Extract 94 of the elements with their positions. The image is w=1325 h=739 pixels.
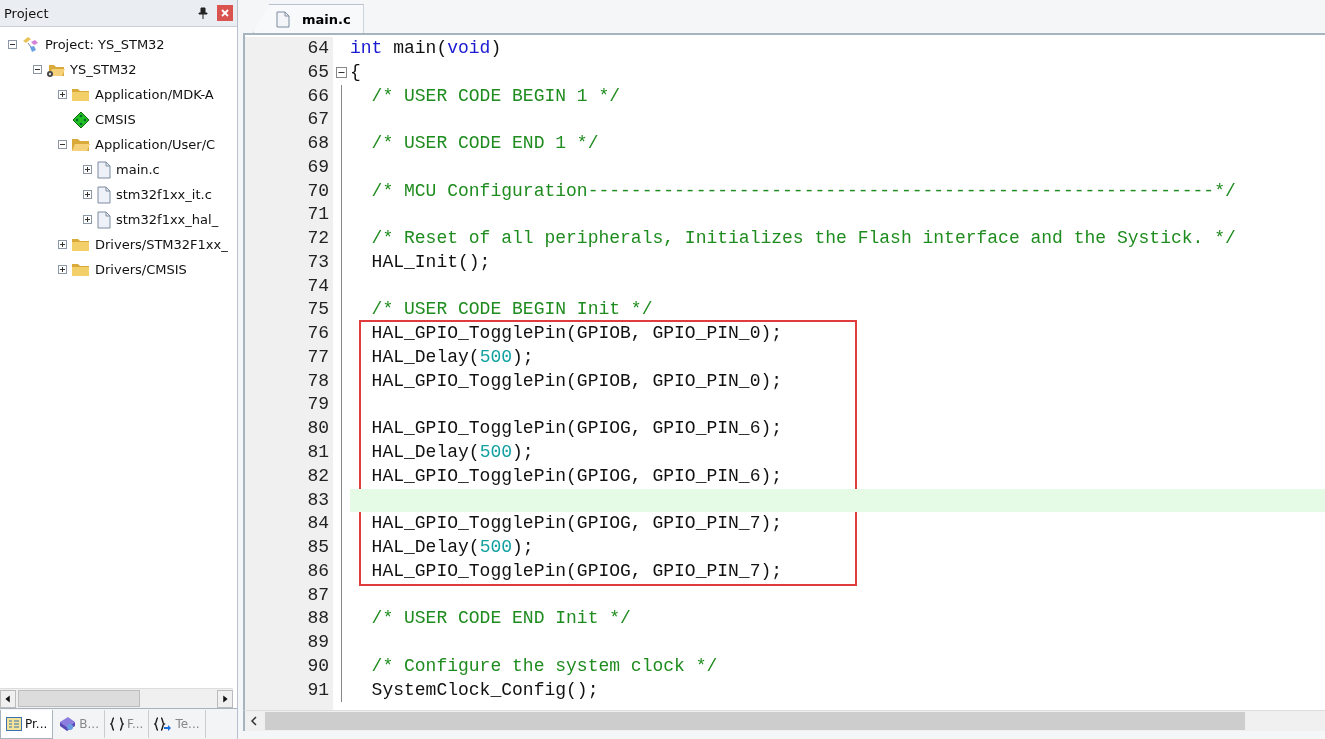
expand-icon[interactable] [83, 215, 92, 224]
horizontal-scrollbar[interactable] [0, 688, 233, 708]
tree-item[interactable]: Drivers/STM32F1xx_ [95, 237, 228, 252]
code-line: HAL_Delay(500); [370, 537, 534, 558]
code-line: { [350, 61, 361, 82]
code-line: HAL_GPIO_TogglePin(GPIOG, GPIO_PIN_7); [370, 513, 783, 534]
line-number: 67 [306, 108, 330, 132]
scroll-left-icon[interactable] [0, 689, 16, 708]
line-number: 91 [306, 678, 330, 702]
tree-item[interactable]: stm32f1xx_it.c [116, 187, 212, 202]
line-number: 66 [306, 84, 330, 108]
expand-icon[interactable] [83, 165, 92, 174]
line-number: 77 [306, 345, 330, 369]
line-number: 83 [306, 488, 330, 512]
book-icon [58, 716, 77, 732]
code-line: HAL_GPIO_TogglePin(GPIOB, GPIO_PIN_0); [370, 370, 783, 391]
line-number: 65 [306, 60, 330, 84]
line-number: 71 [306, 203, 330, 227]
tree-item[interactable]: Application/User/C [95, 137, 216, 152]
code-line: HAL_GPIO_TogglePin(GPIOG, GPIO_PIN_6); [370, 465, 783, 486]
line-number: 90 [306, 654, 330, 678]
line-number: 69 [306, 155, 330, 179]
expand-icon[interactable] [58, 265, 67, 274]
horizontal-scrollbar[interactable] [243, 710, 1325, 731]
project-icon [21, 35, 41, 54]
list-icon [6, 716, 22, 731]
line-number: 73 [306, 250, 330, 274]
file-icon [96, 160, 112, 179]
tree-item[interactable]: main.c [116, 162, 160, 177]
line-number: 74 [306, 274, 330, 298]
line-number: 86 [306, 559, 330, 583]
file-tab[interactable]: main.c [253, 4, 364, 33]
line-number: 80 [306, 417, 330, 441]
code-line: /* Configure the system clock */ [370, 655, 718, 676]
tree-item[interactable]: YS_STM32 [70, 62, 137, 77]
code-line: HAL_GPIO_TogglePin(GPIOB, GPIO_PIN_0); [370, 323, 783, 344]
folder-icon [71, 86, 91, 103]
tree-item[interactable]: Application/MDK-A [95, 87, 214, 102]
collapse-icon[interactable] [8, 40, 17, 49]
tree-item[interactable]: stm32f1xx_hal_ [116, 212, 219, 227]
line-number: 79 [306, 393, 330, 417]
line-number: 87 [306, 583, 330, 607]
expand-icon[interactable] [58, 240, 67, 249]
folder-icon [71, 236, 91, 253]
line-number: 72 [306, 227, 330, 251]
code-line: /* USER CODE END 1 */ [370, 133, 599, 154]
diamond-icon [71, 110, 91, 129]
line-number: 84 [306, 512, 330, 536]
pin-icon[interactable] [198, 7, 208, 19]
code-editor[interactable] [243, 35, 1325, 710]
file-icon [96, 185, 112, 204]
scroll-right-icon[interactable] [217, 689, 233, 708]
tree-item[interactable]: Project: YS_STM32 [45, 37, 165, 52]
code-line: HAL_Delay(500); [370, 442, 534, 462]
panel-tab[interactable]: Pr... [0, 709, 54, 739]
line-number: 85 [306, 536, 330, 560]
line-number: 68 [306, 132, 330, 156]
close-icon[interactable] [217, 5, 233, 21]
code-line: HAL_Init(); [370, 251, 491, 272]
code-line: /* MCU Configuration----------------------------------------------------------*/ [370, 180, 1236, 201]
line-number: 70 [306, 179, 330, 203]
expand-icon[interactable] [83, 190, 92, 199]
collapse-icon[interactable] [33, 65, 42, 74]
collapse-icon[interactable] [58, 140, 67, 149]
line-number: 81 [306, 441, 330, 464]
file-icon [96, 210, 112, 229]
collapse-icon[interactable] [336, 67, 347, 79]
folder-icon [71, 261, 91, 278]
tree-item[interactable]: CMSIS [95, 112, 136, 127]
code-line: /* USER CODE END Init */ [370, 608, 631, 629]
folder-icon [71, 136, 91, 153]
code-line: HAL_GPIO_TogglePin(GPIOG, GPIO_PIN_7); [370, 560, 783, 581]
line-number: 64 [306, 37, 330, 60]
code-line: HAL_GPIO_TogglePin(GPIOG, GPIO_PIN_6); [370, 418, 783, 439]
scroll-thumb[interactable] [265, 712, 1245, 730]
code-line: /* Reset of all peripherals, Initializes the Flash interface and the Systick. */ [370, 228, 1236, 249]
code-line: /* USER CODE BEGIN Init */ [370, 299, 653, 320]
line-number: 88 [306, 607, 330, 631]
line-number: 76 [306, 322, 330, 346]
template-icon [154, 717, 173, 731]
code-line: /* USER CODE BEGIN 1 */ [370, 85, 621, 106]
tree-item[interactable]: Drivers/CMSIS [95, 262, 187, 277]
expand-icon[interactable] [58, 90, 67, 99]
line-number: 82 [306, 464, 330, 488]
code-line: int main(void) [350, 38, 502, 58]
code-line: SystemClock_Config(); [370, 679, 599, 700]
panel-title: Project [4, 5, 50, 21]
file-icon [276, 10, 290, 28]
scroll-thumb[interactable] [18, 690, 140, 707]
line-number: 89 [306, 631, 330, 655]
code-line: HAL_Delay(500); [370, 346, 534, 367]
line-number: 78 [306, 369, 330, 393]
braces-icon [110, 717, 124, 731]
line-number: 75 [306, 298, 330, 322]
